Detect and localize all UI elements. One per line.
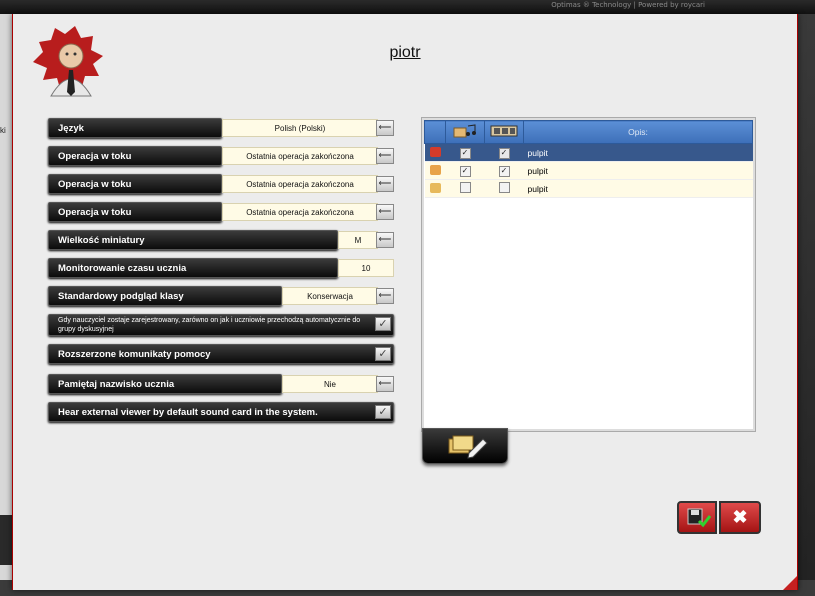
setting-extended-help: Rozszerzone komunikaty pomocy ✓ bbox=[48, 344, 394, 366]
save-button[interactable] bbox=[677, 501, 717, 534]
save-icon bbox=[687, 508, 712, 528]
video-checkbox[interactable]: ✓ bbox=[498, 165, 510, 177]
dropdown-arrow-icon[interactable]: ⟵ bbox=[376, 148, 394, 164]
setting-operation-1: Operacja w toku Ostatnia operacja zakońc… bbox=[48, 146, 394, 168]
setting-label: Monitorowanie czasu ucznia bbox=[48, 258, 338, 278]
table-header-video[interactable] bbox=[484, 120, 524, 144]
top-bar: Optimas ® Technology | Powered by roycar… bbox=[0, 0, 815, 14]
setting-label: Gdy nauczyciel zostaje zarejestrowany, z… bbox=[48, 314, 394, 336]
dropdown-arrow-icon[interactable]: ⟵ bbox=[376, 120, 394, 136]
setting-label: Wielkość miniatury bbox=[48, 230, 338, 250]
film-icon bbox=[490, 125, 518, 137]
checkbox-check-icon[interactable]: ✓ bbox=[375, 347, 391, 361]
remember-name-value[interactable]: Nie bbox=[282, 375, 378, 393]
row-type-cell bbox=[424, 161, 446, 180]
credits-text: Optimas ® Technology | Powered by roycar… bbox=[551, 1, 705, 9]
setting-label: Język bbox=[48, 118, 222, 138]
table-header-icon-column bbox=[424, 120, 446, 144]
background-text-fragment: ki bbox=[0, 126, 6, 135]
background-left-panel: ki bbox=[0, 14, 12, 596]
row-audio-cell: ✓ bbox=[445, 143, 485, 162]
table-header-audio[interactable] bbox=[445, 120, 485, 144]
language-value[interactable]: Polish (Polski) bbox=[222, 119, 378, 137]
audio-checkbox[interactable]: ✓ bbox=[459, 165, 471, 177]
user-settings-dialog: piotr Język Polish (Polski) ⟵ Operacja w… bbox=[12, 14, 798, 590]
video-checkbox[interactable] bbox=[498, 182, 510, 193]
dialog-corner-accent bbox=[783, 576, 797, 590]
table-header-row: Opis: bbox=[424, 120, 753, 144]
row-audio-cell: ✓ bbox=[445, 161, 485, 180]
sources-panel: Opis: ✓ ✓ pulpit ✓ ✓ pulpit pulpit bbox=[421, 117, 756, 432]
setting-label: Operacja w toku bbox=[48, 202, 222, 222]
setting-label: Operacja w toku bbox=[48, 174, 222, 194]
row-audio-cell bbox=[445, 179, 485, 198]
class-view-value[interactable]: Konserwacja bbox=[282, 287, 378, 305]
checkbox-check-icon[interactable]: ✓ bbox=[375, 317, 391, 331]
dropdown-arrow-icon[interactable]: ⟵ bbox=[376, 204, 394, 220]
row-description: pulpit bbox=[523, 179, 753, 198]
table-row[interactable]: ✓ ✓ pulpit bbox=[424, 161, 753, 180]
background-right-panel bbox=[795, 14, 815, 596]
thumbnail-size-value[interactable]: M bbox=[338, 231, 378, 249]
setting-thumbnail-size: Wielkość miniatury M ⟵ bbox=[48, 230, 394, 252]
operation-value[interactable]: Ostatnia operacja zakończona bbox=[222, 175, 378, 193]
checkbox-check-icon[interactable]: ✓ bbox=[375, 405, 391, 419]
setting-label: Operacja w toku bbox=[48, 146, 222, 166]
video-checkbox[interactable]: ✓ bbox=[498, 147, 510, 159]
operation-value[interactable]: Ostatnia operacja zakończona bbox=[222, 203, 378, 221]
close-button[interactable]: ✖ bbox=[719, 501, 761, 534]
row-type-cell bbox=[424, 143, 446, 162]
setting-external-viewer-sound: Hear external viewer by default sound ca… bbox=[48, 402, 394, 424]
edit-source-button[interactable] bbox=[422, 428, 508, 464]
dropdown-arrow-icon[interactable]: ⟵ bbox=[376, 288, 394, 304]
row-description: pulpit bbox=[523, 161, 753, 180]
setting-discussion-group: Gdy nauczyciel zostaje zarejestrowany, z… bbox=[48, 314, 394, 336]
desktop-orange-icon bbox=[429, 164, 441, 175]
row-video-cell: ✓ bbox=[484, 143, 524, 162]
desktop-yellow-icon bbox=[429, 182, 441, 193]
table-header-description[interactable]: Opis: bbox=[523, 120, 753, 144]
setting-label: Pamiętaj nazwisko ucznia bbox=[48, 374, 282, 394]
dropdown-arrow-icon[interactable]: ⟵ bbox=[376, 232, 394, 248]
setting-student-time: Monitorowanie czasu ucznia 10 bbox=[48, 258, 394, 280]
operation-value[interactable]: Ostatnia operacja zakończona bbox=[222, 147, 378, 165]
audio-checkbox[interactable] bbox=[459, 182, 471, 193]
desktop-red-icon bbox=[429, 146, 441, 157]
row-video-cell: ✓ bbox=[484, 161, 524, 180]
setting-class-view: Standardowy podgląd klasy Konserwacja ⟵ bbox=[48, 286, 394, 308]
audio-checkbox[interactable]: ✓ bbox=[459, 147, 471, 159]
sources-table: Opis: ✓ ✓ pulpit ✓ ✓ pulpit pulpit bbox=[424, 120, 753, 198]
setting-operation-2: Operacja w toku Ostatnia operacja zakońc… bbox=[48, 174, 394, 196]
row-type-cell bbox=[424, 179, 446, 198]
setting-label: Standardowy podgląd klasy bbox=[48, 286, 282, 306]
setting-label: Rozszerzone komunikaty pomocy bbox=[48, 344, 394, 364]
setting-label: Hear external viewer by default sound ca… bbox=[48, 402, 394, 422]
table-row[interactable]: ✓ ✓ pulpit bbox=[424, 143, 753, 162]
pencil-folder-icon bbox=[448, 435, 488, 459]
dropdown-arrow-icon[interactable]: ⟵ bbox=[376, 376, 394, 392]
setting-operation-3: Operacja w toku Ostatnia operacja zakońc… bbox=[48, 202, 394, 224]
row-description: pulpit bbox=[523, 143, 753, 162]
dropdown-arrow-icon[interactable]: ⟵ bbox=[376, 176, 394, 192]
dialog-title: piotr bbox=[389, 44, 421, 61]
row-video-cell bbox=[484, 179, 524, 198]
table-row[interactable]: pulpit bbox=[424, 179, 753, 198]
setting-remember-name: Pamiętaj nazwisko ucznia Nie ⟵ bbox=[48, 374, 394, 396]
music-note-icon bbox=[453, 124, 476, 138]
student-time-input[interactable]: 10 bbox=[338, 259, 394, 277]
setting-language: Język Polish (Polski) ⟵ bbox=[48, 118, 394, 140]
